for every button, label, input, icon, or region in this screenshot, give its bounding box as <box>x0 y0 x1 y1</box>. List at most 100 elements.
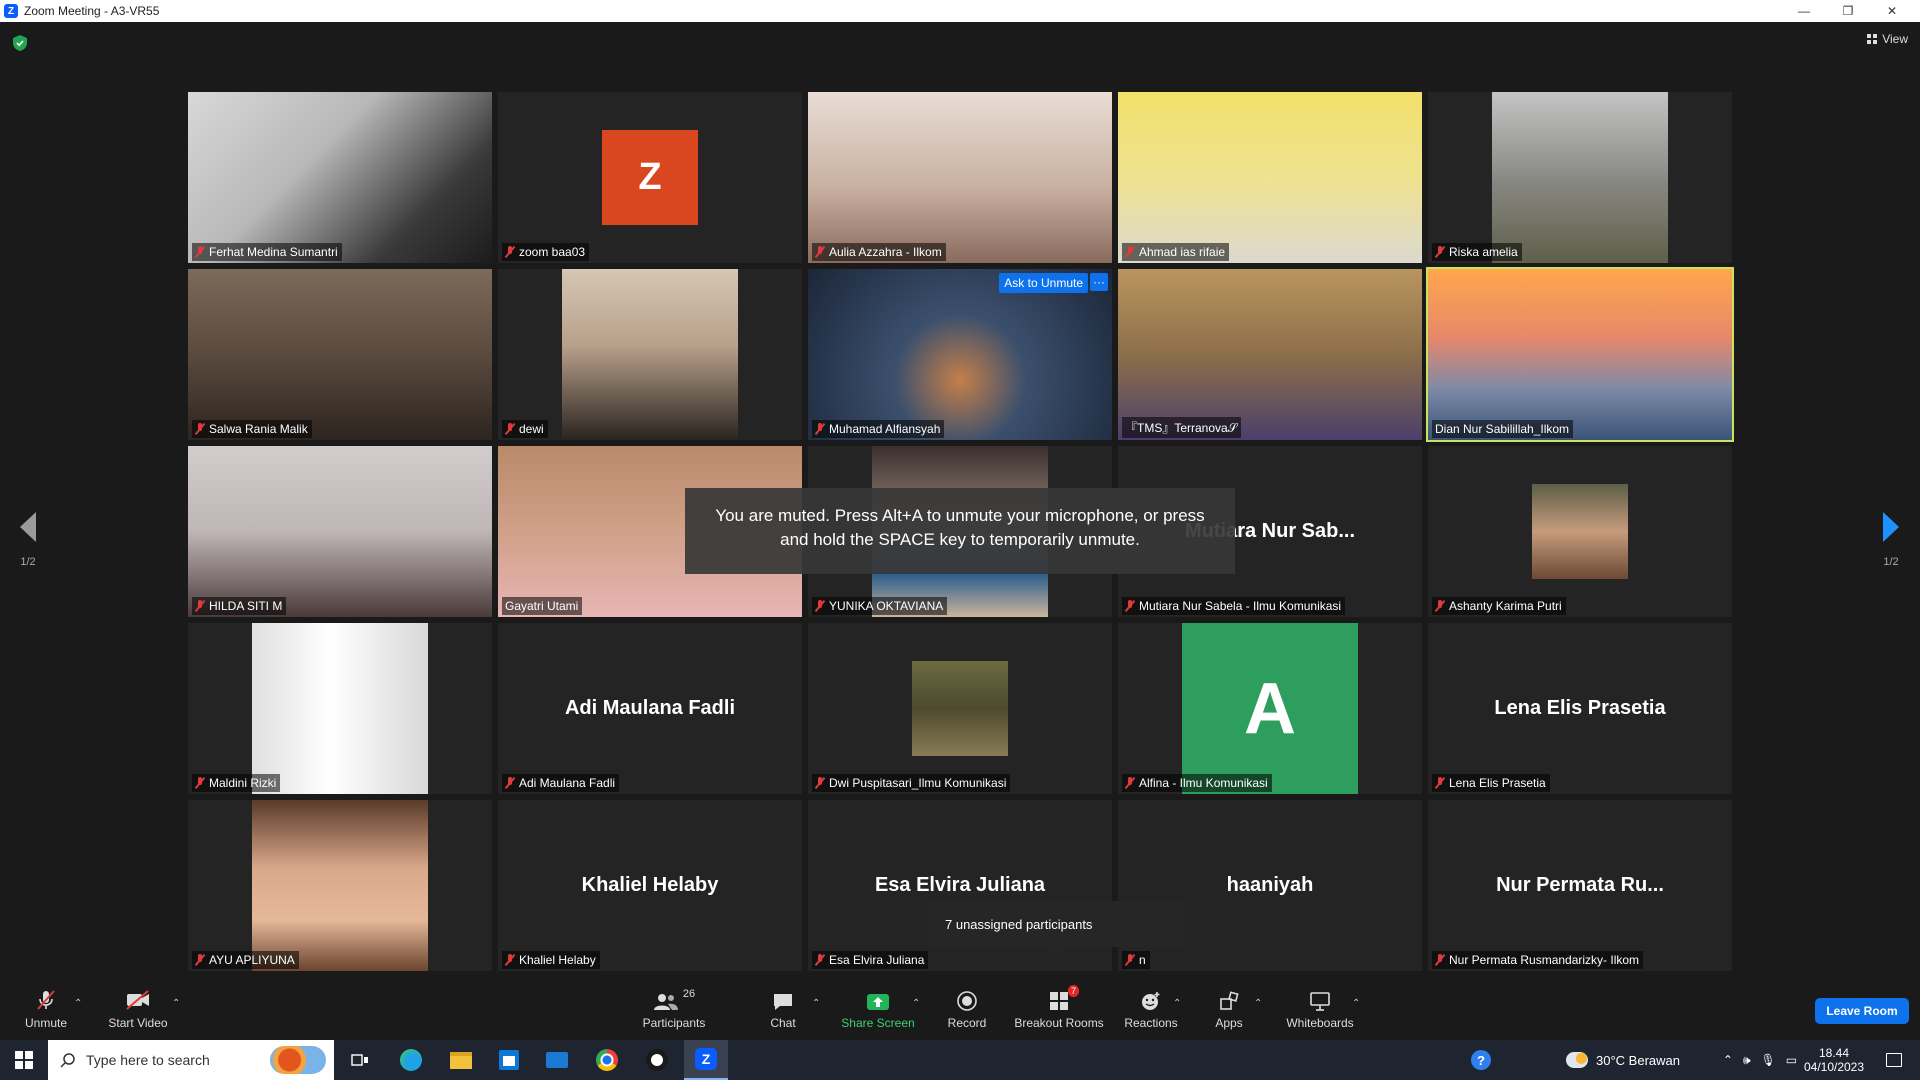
participant-tile[interactable]: Khaliel Helaby Khaliel Helaby <box>498 800 802 971</box>
participant-video <box>252 623 428 794</box>
zoom-app[interactable]: Z <box>684 1040 728 1080</box>
chrome-icon <box>596 1049 618 1071</box>
share-screen-button[interactable]: Share Screen <box>836 978 920 1040</box>
participant-tile[interactable]: Ask to Unmute ··· Muhamad Alfiansyah <box>808 269 1112 440</box>
participant-nametag: dewi <box>502 420 548 438</box>
chat-options-caret[interactable]: ⌃ <box>812 998 820 1009</box>
participant-nametag: Ferhat Medina Sumantri <box>192 243 342 261</box>
participant-tile[interactable]: Aulia Azzahra - Ilkom <box>808 92 1112 263</box>
participant-tile[interactable]: Lena Elis Prasetia Lena Elis Prasetia <box>1428 623 1732 794</box>
reactions-button[interactable]: Reactions <box>1120 978 1182 1040</box>
participant-tile[interactable]: Adi Maulana Fadli Adi Maulana Fadli <box>498 623 802 794</box>
edge-app[interactable] <box>390 1040 432 1080</box>
window-title: Zoom Meeting - A3-VR55 <box>24 4 160 18</box>
participant-video <box>1118 269 1422 440</box>
file-explorer-app[interactable] <box>440 1040 482 1080</box>
task-view-button[interactable] <box>342 1040 378 1080</box>
more-options-button[interactable]: ··· <box>1090 273 1108 291</box>
mic-muted-icon <box>815 600 825 612</box>
participant-name: Dian Nur Sabilillah_Ilkom <box>1435 422 1570 436</box>
meeting-toolbar: Unmute ⌃ Start Video ⌃ 26 Participants C… <box>0 978 1920 1040</box>
mic-muted-icon <box>815 423 825 435</box>
participant-nametag: Maldini Rizki <box>192 774 281 792</box>
close-button[interactable]: ✕ <box>1870 0 1914 22</box>
reactions-options-caret[interactable]: ⌃ <box>1173 998 1181 1009</box>
whiteboards-options-caret[interactable]: ⌃ <box>1352 998 1360 1009</box>
participants-button[interactable]: 26 Participants <box>632 978 716 1040</box>
ask-to-unmute-button[interactable]: Ask to Unmute <box>999 273 1088 293</box>
mic-muted-icon <box>1435 246 1445 258</box>
search-icon <box>60 1053 75 1068</box>
participant-video <box>912 661 1008 756</box>
breakout-rooms-icon: 7 <box>1048 985 1079 1012</box>
participant-tile[interactable]: dewi <box>498 269 802 440</box>
store-app[interactable] <box>488 1040 530 1080</box>
store-icon <box>499 1050 519 1070</box>
notifications-button[interactable] <box>1874 1040 1914 1080</box>
participant-nametag: Nur Permata Rusmandarizky- Ilkom <box>1432 951 1644 969</box>
participant-tile[interactable]: 『TMS』Terranova𝒮 <box>1118 269 1422 440</box>
chrome-app[interactable] <box>586 1040 628 1080</box>
record-button[interactable]: Record <box>940 978 994 1040</box>
participant-tile[interactable]: Riska amelia <box>1428 92 1732 263</box>
taskbar-search-box[interactable]: Type here to search <box>48 1040 334 1080</box>
video-options-caret[interactable]: ⌃ <box>172 998 180 1009</box>
start-video-button[interactable]: Start Video <box>98 978 178 1040</box>
audio-options-caret[interactable]: ⌃ <box>74 998 82 1009</box>
mic-muted-icon <box>1125 954 1135 966</box>
participant-nametag: 『TMS』Terranova𝒮 <box>1122 417 1241 438</box>
participant-tile[interactable]: Ferhat Medina Sumantri <box>188 92 492 263</box>
participant-display-name: Lena Elis Prasetia <box>1494 697 1666 719</box>
participant-name: AYU APLIYUNA <box>209 953 295 967</box>
participant-name: Riska amelia <box>1449 245 1518 259</box>
participant-tile[interactable]: Salwa Rania Malik <box>188 269 492 440</box>
clock[interactable]: 18.44 04/10/2023 <box>1794 1040 1874 1080</box>
breakout-rooms-button[interactable]: 7 Breakout Rooms <box>1010 978 1108 1040</box>
apps-options-caret[interactable]: ⌃ <box>1254 998 1262 1009</box>
video-off-icon <box>124 988 152 1012</box>
help-tray-button[interactable]: ? <box>1466 1040 1496 1080</box>
weather-widget[interactable]: 30°C Berawan <box>1556 1040 1690 1080</box>
participant-name: Lena Elis Prasetia <box>1449 776 1546 790</box>
start-button[interactable] <box>0 1040 48 1080</box>
participant-tile[interactable]: Ahmad ias rifaie <box>1118 92 1422 263</box>
participants-count: 26 <box>682 988 696 1000</box>
apps-button[interactable]: Apps <box>1202 978 1256 1040</box>
participant-nametag: zoom baa03 <box>502 243 590 261</box>
windows-taskbar: Type here to search Z ? 30°C Berawan ⌃ 🕪… <box>0 1040 1920 1080</box>
mic-muted-icon <box>1435 954 1445 966</box>
mail-app[interactable] <box>536 1040 578 1080</box>
whiteboards-button[interactable]: Whiteboards <box>1278 978 1362 1040</box>
participant-video <box>1492 92 1668 263</box>
page-indicator-left: 1/2 <box>20 556 36 568</box>
security-shield-icon[interactable] <box>12 34 28 52</box>
mic-muted-icon <box>1125 600 1135 612</box>
media-app[interactable] <box>636 1040 678 1080</box>
chat-button[interactable]: Chat <box>756 978 810 1040</box>
leave-room-button[interactable]: Leave Room <box>1815 998 1909 1024</box>
participant-tile[interactable]: A Alfina - Ilmu Komunikasi <box>1118 623 1422 794</box>
participant-tile[interactable]: Zzoom baa03 <box>498 92 802 263</box>
participant-tile[interactable]: Dian Nur Sabilillah_Ilkom <box>1426 267 1734 442</box>
participant-name: HILDA SITI M <box>209 599 283 613</box>
minimize-button[interactable]: — <box>1782 0 1826 22</box>
mic-muted-icon <box>815 777 825 789</box>
participant-tile[interactable]: Maldini Rizki <box>188 623 492 794</box>
arrow-left-icon <box>20 512 36 542</box>
view-button[interactable]: View <box>1867 32 1908 46</box>
participant-nametag: Dwi Puspitasari_Ilmu Komunikasi <box>812 774 1011 792</box>
previous-page-button[interactable]: 1/2 <box>8 512 48 568</box>
restore-button[interactable]: ❐ <box>1826 0 1870 22</box>
participant-tile[interactable]: Nur Permata Ru... Nur Permata Rusmandariz… <box>1428 800 1732 971</box>
unmute-button[interactable]: Unmute <box>14 978 78 1040</box>
participant-nametag: Mutiara Nur Sabela - Ilmu Komunikasi <box>1122 597 1346 615</box>
participant-video <box>188 446 492 617</box>
share-options-caret[interactable]: ⌃ <box>912 998 920 1009</box>
zoom-logo-icon: Z <box>4 4 18 18</box>
participant-tile[interactable]: Ashanty Karima Putri <box>1428 446 1732 617</box>
participant-video <box>808 92 1112 263</box>
next-page-button[interactable]: 1/2 <box>1871 512 1911 568</box>
participant-tile[interactable]: Dwi Puspitasari_Ilmu Komunikasi <box>808 623 1112 794</box>
participant-tile[interactable]: HILDA SITI M <box>188 446 492 617</box>
participant-tile[interactable]: AYU APLIYUNA <box>188 800 492 971</box>
